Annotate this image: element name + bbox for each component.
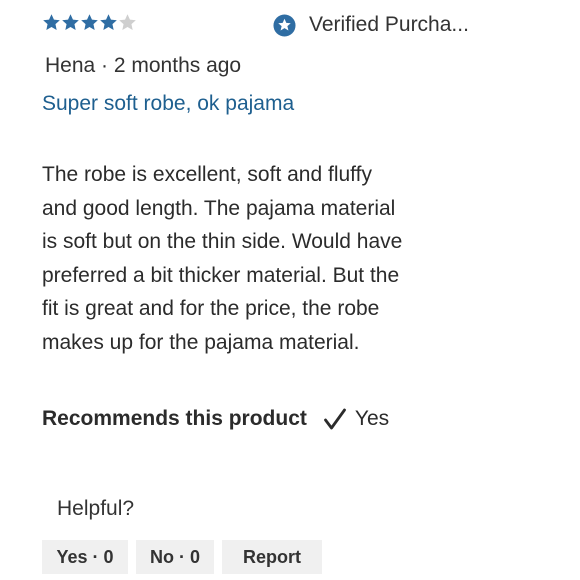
recommends-label: Recommends this product [42,407,307,430]
star-icon-filled [100,14,117,31]
star-rating [42,13,137,32]
review-body-line: and good length. The pajama material [42,196,396,220]
review-body-line: is soft but on the thin side. Would have [42,230,403,254]
recommends-product: Recommends this product Yes [42,404,389,434]
star-icon-empty [119,14,136,31]
helpful-no-button[interactable]: No · 0 [136,540,214,574]
star-icon-filled [62,14,79,31]
star-icon-filled [81,14,98,31]
review-body-line: preferred a bit thicker material. But th… [42,263,400,287]
review-body-line: fit is great and for the price, the robe [42,297,380,321]
review-body-line: makes up for the pajama material. [42,330,360,354]
feedback-buttons: Yes · 0 No · 0 Report [42,540,322,574]
review-author-date: Hena · 2 months ago [45,54,242,77]
verified-purchase-badge: Verified Purcha... [273,12,469,38]
review-title: Super soft robe, ok pajama [42,92,295,115]
badge-star-icon [273,13,296,37]
helpful-prompt: Helpful? [57,497,135,520]
review-body-line: The robe is excellent, soft and fluffy [42,163,372,186]
star-icon-filled [43,14,60,31]
checkmark-icon [323,408,346,430]
report-button[interactable]: Report [222,540,322,574]
helpful-yes-button[interactable]: Yes · 0 [42,540,128,574]
recommends-value: Yes [354,407,390,430]
review-body: The robe is excellent, soft and fluffy a… [42,158,442,360]
verified-label: Verified Purcha... [309,13,469,36]
